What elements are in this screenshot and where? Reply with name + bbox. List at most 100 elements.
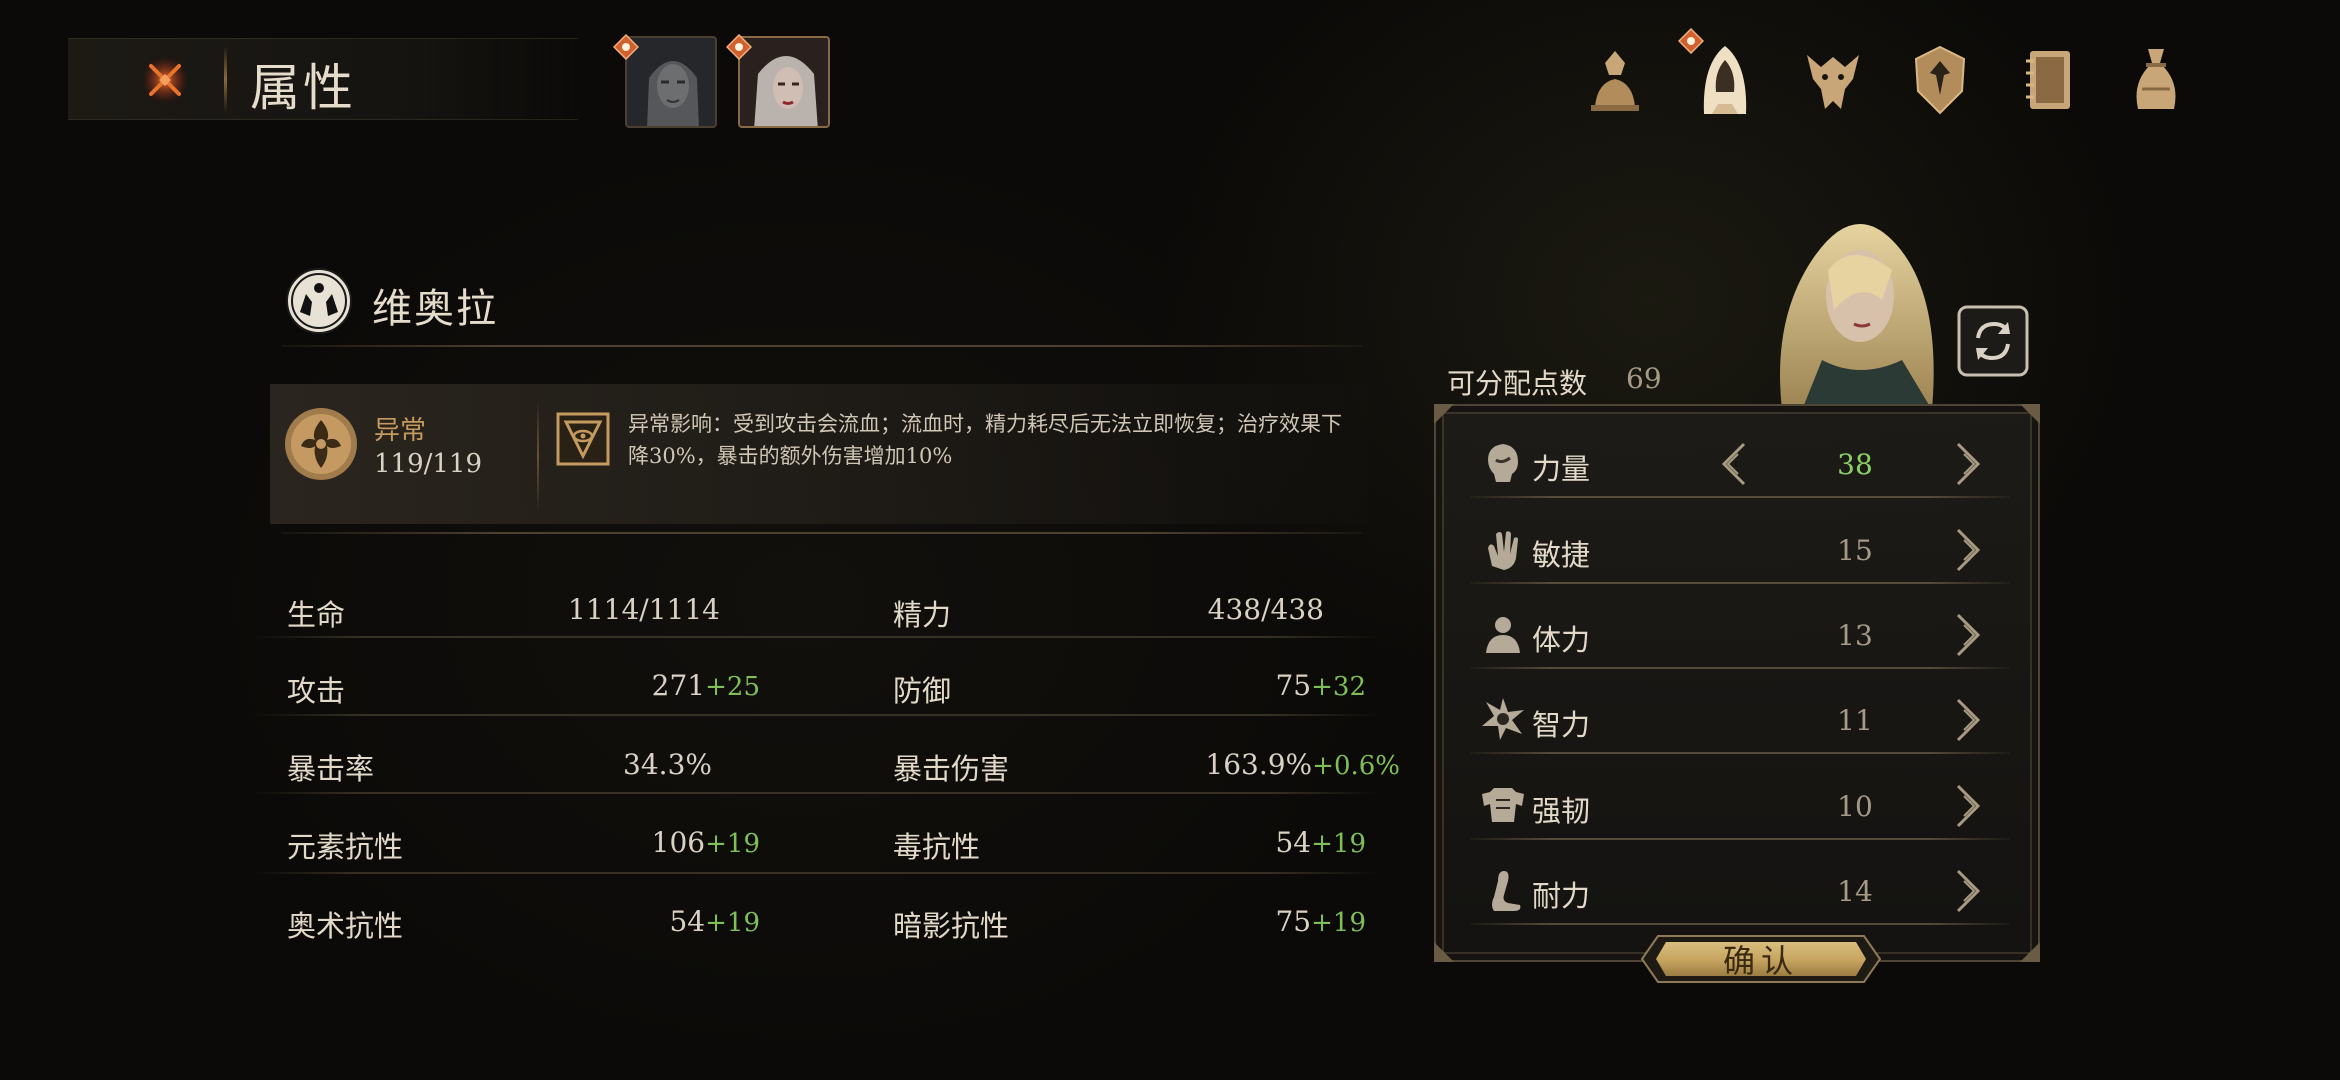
hero-portrait-art [1780,224,1934,410]
endurance-leg-icon [1492,871,1521,911]
tab-character[interactable] [1579,40,1651,120]
stat-label-attack: 攻击 [287,674,346,708]
corner-ornament-icon [1434,404,1454,424]
attribute-label: 力量 [1532,452,1591,486]
increase-button[interactable] [1948,609,1988,661]
corner-ornament-icon [2020,404,2040,424]
increase-button[interactable] [1948,780,1988,832]
attribute-value: 14 [1837,875,1873,908]
increase-button[interactable] [1948,865,1988,917]
attribute-row-vitality: 体力 13 [1470,599,2010,669]
tab-faction[interactable] [1904,40,1976,120]
close-button[interactable] [130,52,200,108]
attribute-row-endurance: 耐力 14 [1470,855,2010,925]
attribute-label: 智力 [1532,708,1591,742]
strength-head-icon [1488,444,1518,482]
stat-label-stamina: 精力 [893,598,952,632]
stat-value-attack: 271+25 [651,669,760,702]
chevron-right-icon [1956,442,1981,486]
confirm-label: 确认 [1722,942,1799,980]
header-divider [224,46,227,112]
effect-eye-icon [556,412,610,466]
attribute-value: 13 [1837,619,1873,652]
twin-beasts-emblem-icon [286,268,352,334]
reset-points-button[interactable] [1956,304,2030,378]
stat-label-shadow-res: 暗影抗性 [893,909,1010,943]
attribute-label: 耐力 [1532,879,1591,913]
stat-value-elemental-res: 106+19 [651,826,760,859]
stat-value-defense: 75+32 [1275,669,1366,702]
agility-hand-icon [1488,531,1518,570]
anomaly-effect-text: 异常影响：受到攻击会流血；流血时，精力耗尽后无法立即恢复；治疗效果下降30%，暴… [628,412,1342,468]
row-divider [250,872,1380,874]
tab-journal[interactable] [2012,40,2084,120]
divider [282,532,1362,534]
attribute-row-intellect: 智力 11 [1470,684,2010,754]
page-title: 属性 [250,59,356,117]
chevron-left-icon [1721,442,1746,486]
stat-value-crit-damage: 163.9%+0.6% [1205,748,1400,781]
attribute-row-strength: 力量 38 [1470,428,2010,498]
increase-button[interactable] [1948,524,1988,576]
close-icon [139,54,191,106]
alert-badge-icon [613,34,639,60]
stat-label-hp: 生命 [287,598,346,632]
tab-inventory[interactable] [2120,40,2192,120]
refresh-icon [1957,305,2029,377]
chevron-right-icon [1956,784,1981,828]
attribute-value: 38 [1837,448,1873,481]
tab-alert-badge-icon [1678,28,1704,54]
stat-label-crit-rate: 暴击率 [287,752,375,786]
increase-button[interactable] [1948,438,1988,490]
toughness-armor-icon [1482,788,1524,822]
intellect-star-icon [1482,698,1524,740]
stat-label-defense: 防御 [893,674,952,708]
character-name: 维奥拉 [372,286,498,332]
chevron-right-icon [1956,528,1981,572]
stat-value-stamina: 438/438 [1207,593,1324,626]
stat-label-arcane-res: 奥术抗性 [287,909,404,943]
journal-book-icon [2026,51,2070,109]
crest-shield-icon [1914,45,1966,115]
row-divider [250,792,1380,794]
attribute-label: 体力 [1532,623,1591,657]
chevron-right-icon [1956,613,1981,657]
divider [282,345,1362,347]
beast-skull-icon [1807,55,1859,109]
decrease-button[interactable] [1714,438,1754,490]
stat-value-shadow-res: 75+19 [1275,905,1366,938]
attribute-value: 15 [1837,534,1873,567]
stat-value-hp: 1114/1114 [568,593,720,626]
anomaly-value: 119/119 [374,449,483,479]
stat-label-elemental-res: 元素抗性 [287,830,404,864]
stat-value-arcane-res: 54+19 [669,905,760,938]
stat-label-poison-res: 毒抗性 [893,830,981,864]
anomaly-label: 异常 [374,416,427,446]
anomaly-emblem-icon [285,408,357,480]
attribute-value: 10 [1837,790,1873,823]
male-hero-portrait-icon [627,38,715,126]
increase-button[interactable] [1948,694,1988,746]
stat-value-crit-rate: 34.3% [623,748,712,781]
confirm-button[interactable]: 确认 [1640,930,1882,988]
tab-bestiary[interactable] [1797,40,1869,120]
chevron-right-icon [1956,869,1981,913]
attribute-label: 敏捷 [1532,538,1591,572]
female-hero-portrait-icon [740,38,828,126]
attribute-row-agility: 敏捷 15 [1470,514,2010,584]
row-divider [250,636,1380,638]
stat-label-crit-damage: 暴击伤害 [893,752,1010,786]
loot-bag-icon [2136,49,2176,109]
attribute-label: 强韧 [1532,794,1591,828]
character-bust-icon [1591,51,1639,111]
divider [537,400,539,512]
vitality-person-icon [1486,617,1520,653]
chevron-right-icon [1956,698,1981,742]
row-divider [250,714,1380,716]
alert-badge-icon [726,34,752,60]
alloc-points-value: 69 [1626,362,1662,395]
alloc-points-label: 可分配点数 [1447,367,1588,400]
corner-ornament-icon [1434,942,1454,962]
stat-value-poison-res: 54+19 [1275,826,1366,859]
attribute-value: 11 [1837,704,1873,737]
